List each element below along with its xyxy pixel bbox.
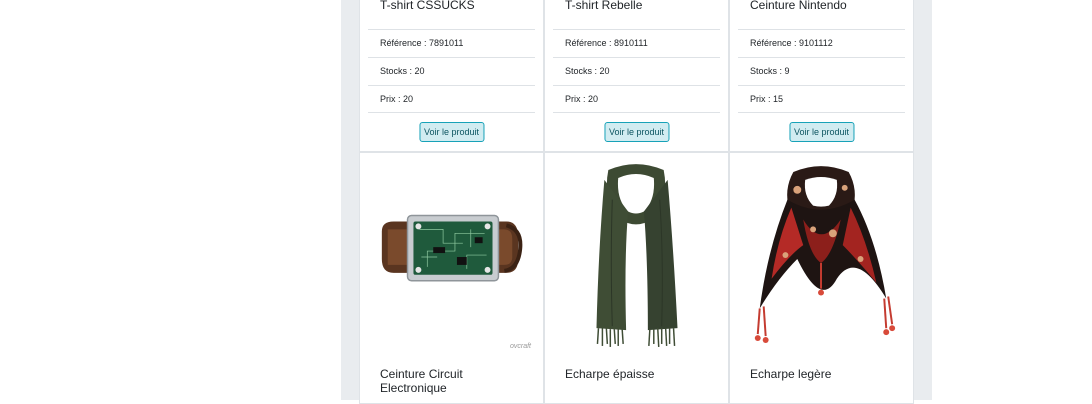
belt-illustration xyxy=(381,214,523,282)
view-product-button[interactable]: Voir le produit xyxy=(788,122,855,142)
product-grid: T-shirt CSSUCKS Référence : 7891011 Stoc… xyxy=(359,0,914,404)
red-floral-scarf-image[interactable] xyxy=(738,159,905,357)
product-reference: Référence : 9101112 xyxy=(738,29,905,57)
product-card: Echarpe épaisse xyxy=(544,152,729,404)
red-scarf-illustration xyxy=(754,166,896,343)
product-stocks: Stocks : 20 xyxy=(553,57,720,85)
product-title: T-shirt Rebelle xyxy=(565,0,643,12)
product-info-list: Référence : 7891011 Stocks : 20 Prix : 2… xyxy=(368,29,535,113)
product-card: T-shirt Rebelle Référence : 8910111 Stoc… xyxy=(544,0,729,152)
green-scarf-image[interactable] xyxy=(553,159,720,357)
image-watermark: ovcraft xyxy=(509,343,531,350)
product-card: ovcraft Ceinture Circuit Electronique xyxy=(359,152,544,404)
product-stocks: Stocks : 20 xyxy=(368,57,535,85)
product-info-list: Référence : 9101112 Stocks : 9 Prix : 15 xyxy=(738,29,905,113)
product-reference: Référence : 8910111 xyxy=(553,29,720,57)
product-card: Echarpe legère xyxy=(729,152,914,404)
product-title: Ceinture Circuit Electronique xyxy=(380,367,463,395)
view-product-button[interactable]: Voir le produit xyxy=(418,122,485,142)
product-title: Ceinture Nintendo xyxy=(750,0,847,12)
product-title: T-shirt CSSUCKS xyxy=(380,0,475,12)
product-price: Prix : 15 xyxy=(738,85,905,113)
product-card: Ceinture Nintendo Référence : 9101112 St… xyxy=(729,0,914,152)
green-scarf-illustration xyxy=(596,164,678,347)
circuit-belt-image[interactable] xyxy=(368,159,535,357)
product-title: Echarpe épaisse xyxy=(565,367,655,381)
page-container: T-shirt CSSUCKS Référence : 7891011 Stoc… xyxy=(341,0,932,404)
product-price: Prix : 20 xyxy=(368,85,535,113)
product-reference: Référence : 7891011 xyxy=(368,29,535,57)
product-title: Echarpe legère xyxy=(750,367,832,381)
product-card: T-shirt CSSUCKS Référence : 7891011 Stoc… xyxy=(359,0,544,152)
product-info-list: Référence : 8910111 Stocks : 20 Prix : 2… xyxy=(553,29,720,113)
product-price: Prix : 20 xyxy=(553,85,720,113)
product-stocks: Stocks : 9 xyxy=(738,57,905,85)
view-product-button[interactable]: Voir le produit xyxy=(603,122,670,142)
